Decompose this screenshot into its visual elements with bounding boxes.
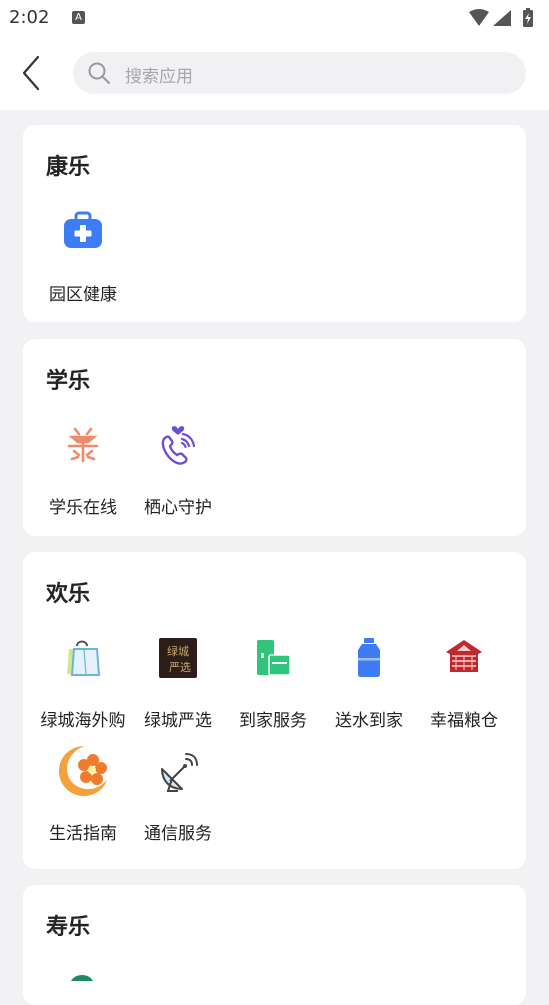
header: 搜索应用 [0, 36, 549, 110]
home-service-icon [257, 640, 291, 676]
app-label: 学乐在线 [49, 498, 117, 518]
app-label: 到家服务 [239, 711, 307, 731]
section-title: 学乐 [46, 369, 91, 394]
search-placeholder: 搜索应用 [125, 67, 193, 87]
search-icon [88, 62, 110, 84]
app-life-guide[interactable]: 生活指南 [35, 746, 131, 859]
granary-icon [446, 640, 482, 672]
status-bar: 2:02 A [0, 0, 549, 36]
app-label: 生活指南 [49, 824, 117, 844]
back-button[interactable] [14, 54, 50, 92]
app-greentown-select[interactable]: 绿城 严选 绿城严选 [130, 636, 226, 746]
medical-kit-icon [64, 211, 102, 248]
section-huanle: 欢乐 绿城海外购 绿城 严选 绿城严选 到家服务 送水到家 幸福粮仓 生活指南 … [23, 552, 526, 869]
section-title: 康乐 [46, 155, 91, 180]
app-label: 栖心守护 [144, 498, 212, 518]
status-time: 2:02 [9, 7, 50, 28]
satellite-dish-icon [161, 753, 198, 792]
svg-text:严选: 严选 [169, 661, 191, 674]
notification-badge-icon: A [72, 11, 85, 24]
signal-icon [493, 10, 511, 26]
svg-text:绿城: 绿城 [167, 644, 189, 658]
shopping-bag-icon [67, 640, 101, 676]
app-water-delivery[interactable]: 送水到家 [321, 636, 417, 746]
app-greentown-overseas[interactable]: 绿城海外购 [35, 636, 131, 746]
app-label: 幸福粮仓 [430, 711, 498, 731]
battery-icon [523, 8, 533, 27]
section-shoule: 寿乐 [23, 885, 526, 1005]
app-home-service[interactable]: 到家服务 [225, 636, 321, 746]
app-label: 通信服务 [144, 824, 212, 844]
partial-app-icon [71, 975, 93, 981]
app-label: 园区健康 [49, 285, 117, 305]
section-kangle: 康乐 园区健康 [23, 125, 526, 322]
app-park-health[interactable]: 园区健康 [35, 210, 131, 320]
life-guide-icon [59, 746, 107, 796]
heart-phone-icon [161, 426, 196, 465]
app-happy-granary[interactable]: 幸福粮仓 [416, 636, 512, 746]
status-icons [469, 8, 533, 27]
xuele-logo-icon [67, 427, 99, 463]
water-bottle-icon [358, 638, 380, 677]
app-label: 绿城严选 [144, 711, 212, 731]
search-input[interactable]: 搜索应用 [73, 52, 526, 94]
section-title: 欢乐 [46, 582, 91, 607]
app-label: 绿城海外购 [40, 711, 126, 731]
app-label: 送水到家 [335, 711, 403, 731]
section-title: 寿乐 [46, 915, 91, 940]
greentown-select-icon: 绿城 严选 [159, 638, 197, 678]
app-xuele-online[interactable]: 学乐在线 [35, 423, 131, 533]
app-qixin-guard[interactable]: 栖心守护 [130, 423, 226, 533]
section-xuele: 学乐 学乐在线 栖心守护 [23, 339, 526, 536]
app-telecom-service[interactable]: 通信服务 [130, 749, 226, 859]
wifi-icon [469, 9, 489, 26]
chevron-left-icon [22, 55, 40, 91]
